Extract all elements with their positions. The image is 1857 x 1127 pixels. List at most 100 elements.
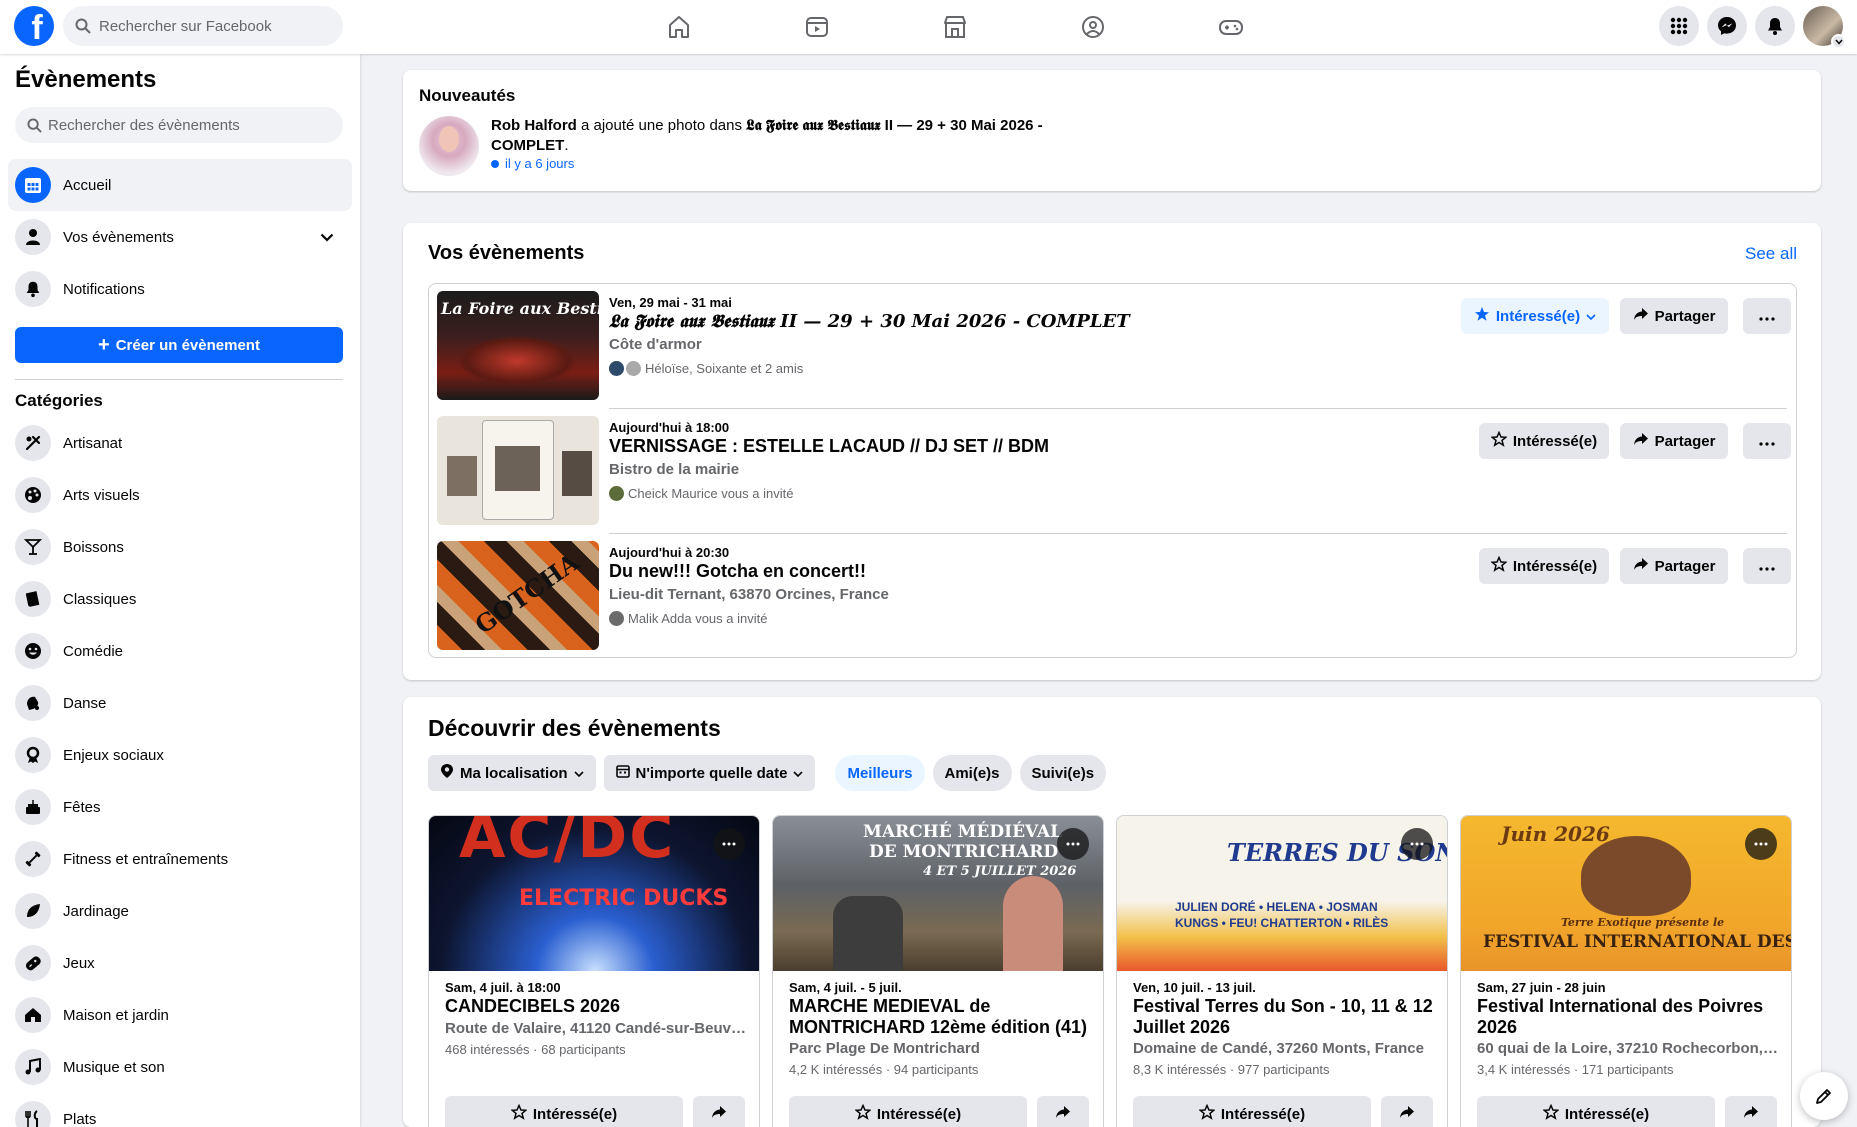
- create-event-button[interactable]: + Créer un évènement: [15, 327, 343, 363]
- event-date: Aujourd'hui à 18:00: [609, 420, 730, 435]
- news-author-link[interactable]: Rob Halford: [491, 117, 577, 134]
- sidebar-item-vos-evenements[interactable]: Vos évènements: [8, 211, 352, 263]
- menu-grid-icon[interactable]: [1659, 6, 1699, 46]
- interested-button[interactable]: Intéressé(e): [445, 1096, 683, 1127]
- more-options-button[interactable]: [1743, 548, 1791, 584]
- filter-chip-amis[interactable]: Ami(e)s: [932, 755, 1012, 791]
- groups-icon[interactable]: [1024, 0, 1162, 54]
- share-icon: [1743, 1105, 1759, 1124]
- categories-title: Catégories: [15, 391, 103, 410]
- discover-filters: Ma localisation N'importe quelle date Me…: [428, 755, 1107, 791]
- more-options-button[interactable]: [1745, 828, 1777, 860]
- event-card[interactable]: TERRES DU SON JULIEN DORÉ • HELENA • JOS…: [1116, 815, 1448, 1127]
- facebook-logo[interactable]: f: [14, 6, 54, 46]
- event-row[interactable]: La Foire aux Bestiaux Ven, 29 mai - 31 m…: [437, 284, 1791, 409]
- home-icon[interactable]: [610, 0, 748, 54]
- sidebar-item-accueil[interactable]: Accueil: [8, 159, 352, 211]
- event-thumbnail[interactable]: GOTCHA: [437, 541, 599, 650]
- sidebar-item-label: Accueil: [63, 176, 112, 194]
- event-thumbnail[interactable]: La Foire aux Bestiaux: [437, 291, 599, 400]
- filter-chip-suivis[interactable]: Suivi(e)s: [1019, 755, 1107, 791]
- marketplace-icon[interactable]: [886, 0, 1024, 54]
- see-all-link[interactable]: See all: [1745, 244, 1797, 264]
- thumbnail-title: GOTCHA: [469, 547, 585, 640]
- category-jeux[interactable]: Jeux: [8, 937, 352, 989]
- compose-icon[interactable]: [1800, 1072, 1848, 1120]
- interested-button[interactable]: Intéressé(e): [789, 1096, 1027, 1127]
- interested-button[interactable]: Intéressé(e): [1133, 1096, 1371, 1127]
- event-image[interactable]: Juin 2026 Terre Exotique présente le FES…: [1461, 816, 1791, 971]
- event-title[interactable]: Festival Terres du Son - 10, 11 & 12 Jui…: [1133, 996, 1438, 1038]
- event-image[interactable]: TERRES DU SON JULIEN DORÉ • HELENA • JOS…: [1117, 816, 1447, 971]
- event-title[interactable]: MARCHE MEDIEVAL de MONTRICHARD 12ème édi…: [789, 996, 1094, 1038]
- category-plats[interactable]: Plats: [8, 1093, 352, 1127]
- category-comedie[interactable]: Comédie: [8, 625, 352, 677]
- category-classiques[interactable]: Classiques: [8, 573, 352, 625]
- event-image[interactable]: MARCHÉ MÉDIÉVAL DE MONTRICHARD 4 ET 5 JU…: [773, 816, 1103, 971]
- category-fetes[interactable]: Fêtes: [8, 781, 352, 833]
- bell-icon[interactable]: [1755, 6, 1795, 46]
- avatar[interactable]: [419, 116, 479, 176]
- event-place: Parc Plage De Montrichard: [789, 1040, 980, 1057]
- category-enjeux-sociaux[interactable]: Enjeux sociaux: [8, 729, 352, 781]
- category-danse[interactable]: Danse: [8, 677, 352, 729]
- more-options-button[interactable]: [1057, 828, 1089, 860]
- event-title[interactable]: VERNISSAGE : ESTELLE LACAUD // DJ SET //…: [609, 436, 1049, 457]
- interested-button[interactable]: Intéressé(e): [1479, 423, 1609, 459]
- event-row[interactable]: GOTCHA Aujourd'hui à 20:30 Du new!!! Got…: [437, 534, 1791, 659]
- category-jardinage[interactable]: Jardinage: [8, 885, 352, 937]
- event-card[interactable]: AC/DC ELECTRIC DUCKS Sam, 4 juil. à 18:0…: [428, 815, 760, 1127]
- filter-chip-meilleurs[interactable]: Meilleurs: [835, 755, 925, 791]
- interested-button[interactable]: Intéressé(e): [1461, 298, 1609, 334]
- event-stats: 8,3 K intéressés · 977 participants: [1133, 1062, 1330, 1077]
- location-filter[interactable]: Ma localisation: [428, 755, 596, 791]
- interested-button[interactable]: Intéressé(e): [1477, 1096, 1715, 1127]
- more-options-button[interactable]: [1401, 828, 1433, 860]
- share-button[interactable]: [1725, 1096, 1777, 1127]
- news-timestamp[interactable]: il y a 6 jours: [491, 156, 574, 171]
- category-maison-jardin[interactable]: Maison et jardin: [8, 989, 352, 1041]
- category-arts-visuels[interactable]: Arts visuels: [8, 469, 352, 521]
- more-options-button[interactable]: [713, 828, 745, 860]
- location-pin-icon: [440, 763, 454, 783]
- profile-avatar[interactable]: [1803, 6, 1846, 49]
- your-events-list: La Foire aux Bestiaux Ven, 29 mai - 31 m…: [428, 283, 1797, 658]
- share-button[interactable]: Partager: [1620, 423, 1728, 459]
- event-title[interactable]: Du new!!! Gotcha en concert!!: [609, 561, 866, 582]
- plus-icon: +: [98, 334, 110, 356]
- interested-button[interactable]: Intéressé(e): [1479, 548, 1609, 584]
- category-musique[interactable]: Musique et son: [8, 1041, 352, 1093]
- discover-title: Découvrir des évènements: [428, 715, 721, 741]
- chevron-down-icon[interactable]: [1831, 34, 1846, 49]
- event-thumbnail[interactable]: [437, 416, 599, 525]
- share-button[interactable]: [1381, 1096, 1433, 1127]
- event-title[interactable]: CANDECIBELS 2026: [445, 996, 750, 1017]
- messenger-icon[interactable]: [1707, 6, 1747, 46]
- share-button[interactable]: [693, 1096, 745, 1127]
- sidebar-item-notifications[interactable]: Notifications: [8, 263, 352, 315]
- event-card[interactable]: MARCHÉ MÉDIÉVAL DE MONTRICHARD 4 ET 5 JU…: [772, 815, 1104, 1127]
- category-fitness[interactable]: Fitness et entraînements: [8, 833, 352, 885]
- gaming-icon[interactable]: [1162, 0, 1300, 54]
- category-boissons[interactable]: Boissons: [8, 521, 352, 573]
- more-options-button[interactable]: [1743, 423, 1791, 459]
- crafts-icon: [15, 425, 51, 461]
- share-button[interactable]: [1037, 1096, 1089, 1127]
- share-button[interactable]: Partager: [1620, 298, 1728, 334]
- category-artisanat[interactable]: Artisanat: [8, 417, 352, 469]
- events-search-input[interactable]: Rechercher des évènements: [15, 107, 343, 143]
- event-title[interactable]: 𝕷𝖆 𝕱𝖔𝖎𝖗𝖊 𝖆𝖚𝖝 𝕭𝖊𝖘𝖙𝖎𝖆𝖚𝖝 II — 29 + 30 Mai 2…: [609, 311, 1130, 332]
- share-button[interactable]: Partager: [1620, 548, 1728, 584]
- more-options-button[interactable]: [1743, 298, 1791, 334]
- event-title[interactable]: Festival International des Poivres 2026: [1477, 996, 1782, 1038]
- search-icon: [27, 117, 42, 133]
- date-filter[interactable]: N'importe quelle date: [603, 755, 816, 791]
- facebook-search-input[interactable]: Rechercher sur Facebook: [63, 6, 343, 46]
- video-icon[interactable]: [748, 0, 886, 54]
- image-text: ELECTRIC DUCKS: [519, 886, 729, 911]
- sidebar-item-label: Vos évènements: [63, 228, 174, 246]
- event-card[interactable]: Juin 2026 Terre Exotique présente le FES…: [1460, 815, 1792, 1127]
- event-row[interactable]: Aujourd'hui à 18:00 VERNISSAGE : ESTELLE…: [437, 409, 1791, 534]
- event-image[interactable]: AC/DC ELECTRIC DUCKS: [429, 816, 759, 971]
- chevron-down-icon[interactable]: [320, 229, 334, 246]
